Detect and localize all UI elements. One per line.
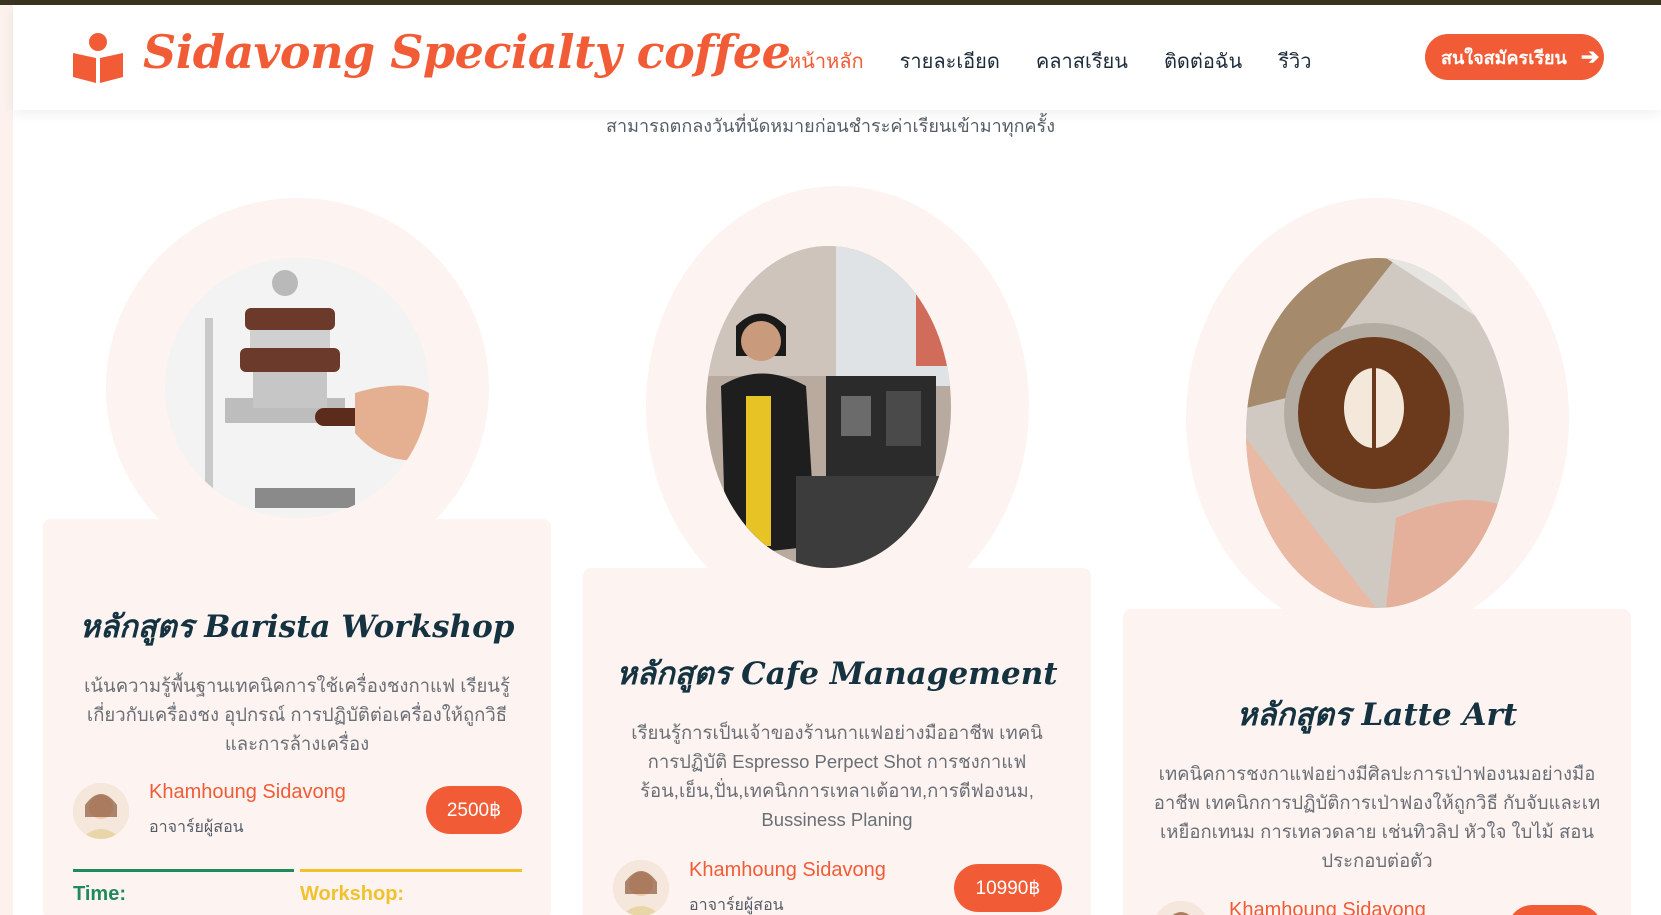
nav-details[interactable]: รายละเอียด (900, 45, 1000, 77)
course-2-photo (706, 246, 951, 568)
enroll-button[interactable]: สนใจสมัครเรียน ➔ (1425, 34, 1604, 80)
course-3-teacher-name: Khamhoung Sidavong (1229, 899, 1426, 915)
course-1-teacher-avatar (73, 783, 129, 839)
open-book-icon[interactable] (71, 31, 125, 85)
nav-reviews[interactable]: รีวิว (1278, 45, 1311, 77)
course-2-teacher-name: Khamhoung Sidavong (689, 859, 886, 881)
course-3-price-badge[interactable] (1508, 905, 1602, 915)
time-label: Time: (73, 883, 126, 905)
nav-classes[interactable]: คลาสเรียน (1036, 45, 1128, 77)
course-card-3: หลักสูตร Latte Art เทคนิคการชงกาแฟอย่างม… (1123, 609, 1631, 915)
course-card-2: หลักสูตร Cafe Management เรียนรู้การเป็น… (583, 568, 1091, 915)
workshop-label: Workshop: (300, 883, 405, 905)
course-1-title: หลักสูตร Barista Workshop (79, 609, 515, 645)
course-2-price-badge[interactable]: 10990฿ (954, 864, 1062, 912)
course-card-1: หลักสูตร Barista Workshop เน้นความรู้พื้… (43, 519, 551, 915)
course-1-description: เน้นความรู้พื้นฐานเทคนิคการใช้เครื่องชงก… (84, 675, 510, 754)
nav-home[interactable]: หน้าหลัก (788, 45, 864, 77)
course-2-teacher-role: อาจาร์ยผู้สอน (689, 897, 784, 914)
course-3-teacher-avatar (1153, 901, 1209, 915)
nav-contact[interactable]: ติดต่อฉัน (1164, 45, 1242, 77)
brand-title[interactable]: Sidavong Specialty coffee (143, 25, 791, 79)
section-subtitle: สามารถตกลงวันที่นัดหมายก่อนชำระค่าเรียนเ… (606, 116, 1055, 136)
course-1-teacher-role: อาจาร์ยผู้สอน (149, 819, 244, 836)
time-divider (73, 869, 294, 872)
enroll-button-label: สนใจสมัครเรียน (1441, 47, 1567, 68)
course-2-teacher-avatar (613, 860, 669, 915)
workshop-divider (300, 869, 522, 872)
course-3-photo (1246, 258, 1509, 608)
course-1-teacher-name: Khamhoung Sidavong (149, 781, 346, 803)
arrow-right-icon: ➔ (1580, 44, 1600, 69)
course-3-title: หลักสูตร Latte Art (1236, 697, 1518, 733)
course-1-price-badge[interactable]: 2500฿ (426, 786, 522, 834)
course-2-description: เรียนรู้การเป็นเจ้าของร้านกาแฟอย่างมืออา… (631, 722, 1043, 830)
main-nav: หน้าหลัก รายละเอียด คลาสเรียน ติดต่อฉัน … (788, 45, 1311, 77)
course-2-title: หลักสูตร Cafe Management (616, 656, 1058, 692)
course-3-description: เทคนิคการชงกาแฟอย่างมีศิลปะการเป่าฟองนมอ… (1153, 763, 1601, 871)
left-edge (0, 5, 13, 915)
site-header: Sidavong Specialty coffee หน้าหลัก รายละ… (13, 5, 1661, 110)
course-1-photo (165, 258, 429, 518)
